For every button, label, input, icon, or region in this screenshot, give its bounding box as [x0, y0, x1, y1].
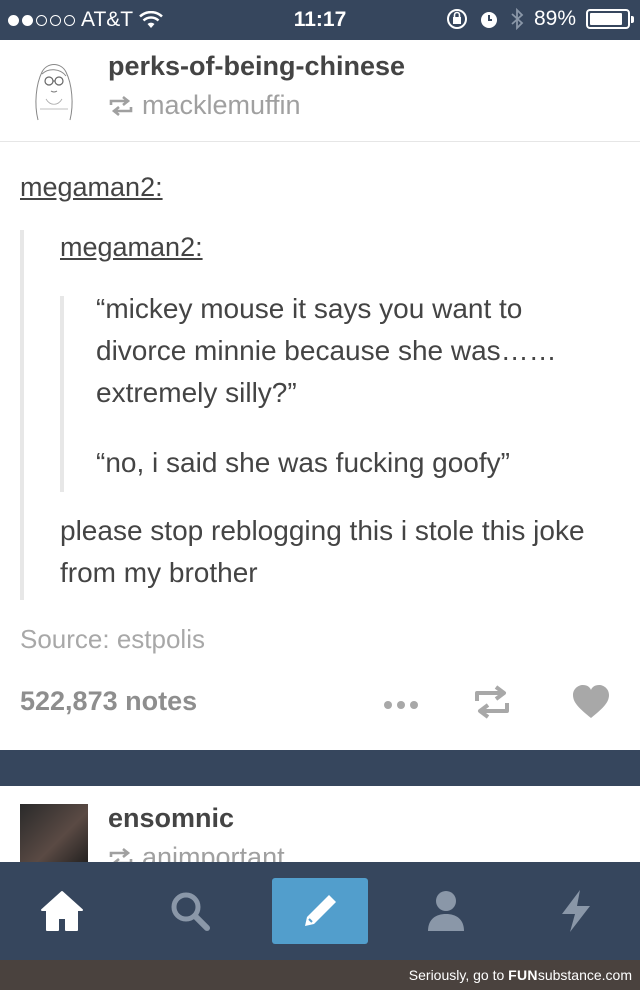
blockquote-outer: megaman2: “mickey mouse it says you want… — [20, 230, 620, 600]
tab-account[interactable] — [398, 878, 494, 944]
status-right: 89% — [446, 7, 634, 31]
blog-avatar[interactable] — [20, 804, 88, 866]
blog-name[interactable]: ensomnic — [108, 803, 234, 834]
reblogged-from[interactable]: macklemuffin — [108, 90, 301, 121]
notes-count[interactable]: 522,873 notes — [20, 686, 197, 717]
compose-icon — [305, 895, 336, 926]
orientation-lock-icon — [446, 9, 467, 29]
search-icon — [171, 892, 210, 931]
tab-bar — [0, 862, 640, 960]
watermark-brand-bold: FUN — [508, 967, 538, 983]
tab-home[interactable] — [14, 878, 110, 944]
activity-icon — [562, 890, 590, 932]
quote-paragraph: “mickey mouse it says you want to divorc… — [96, 293, 557, 408]
heart-icon[interactable] — [572, 684, 610, 720]
tab-activity[interactable] — [528, 878, 624, 944]
reblog-small-icon — [109, 95, 133, 116]
watermark-bar: Seriously, go to FUNsubstance.com — [0, 960, 640, 990]
battery-icon — [586, 9, 634, 29]
reblog-icon[interactable] — [472, 684, 512, 720]
tab-search[interactable] — [142, 878, 238, 944]
reblogged-from-name[interactable]: macklemuffin — [142, 90, 301, 121]
reblog-user-link[interactable]: megaman2: — [20, 172, 163, 203]
blog-name[interactable]: perks-of-being-chinese — [108, 51, 405, 82]
alarm-icon — [480, 12, 497, 28]
blockquote-inner: “mickey mouse it says you want to divorc… — [60, 293, 600, 492]
blog-avatar[interactable] — [20, 54, 88, 122]
post-header: perks-of-being-chinese macklemuffin — [0, 40, 640, 142]
quote-paragraph: “no, i said she was fucking goofy” — [96, 447, 510, 478]
post-source[interactable]: Source: estpolis — [20, 624, 205, 655]
more-options-icon[interactable] — [384, 690, 424, 720]
reblog-user-link[interactable]: megaman2: — [60, 232, 203, 263]
watermark-brand-rest: substance.com — [537, 967, 632, 983]
post-separator — [0, 750, 640, 786]
tab-compose[interactable] — [272, 878, 368, 944]
reblog-comment: please stop reblogging this i stole this… — [60, 515, 585, 588]
watermark-prefix: Seriously, go to — [408, 967, 509, 983]
status-bar: AT&T 11:17 89% — [0, 0, 640, 40]
bluetooth-icon — [511, 8, 524, 30]
home-icon — [41, 891, 83, 931]
battery-percent: 89% — [533, 7, 576, 30]
account-icon — [428, 891, 464, 931]
watermark-text: Seriously, go to FUNsubstance.com — [409, 967, 632, 983]
next-post-header: ensomnic animportant — [0, 786, 640, 866]
